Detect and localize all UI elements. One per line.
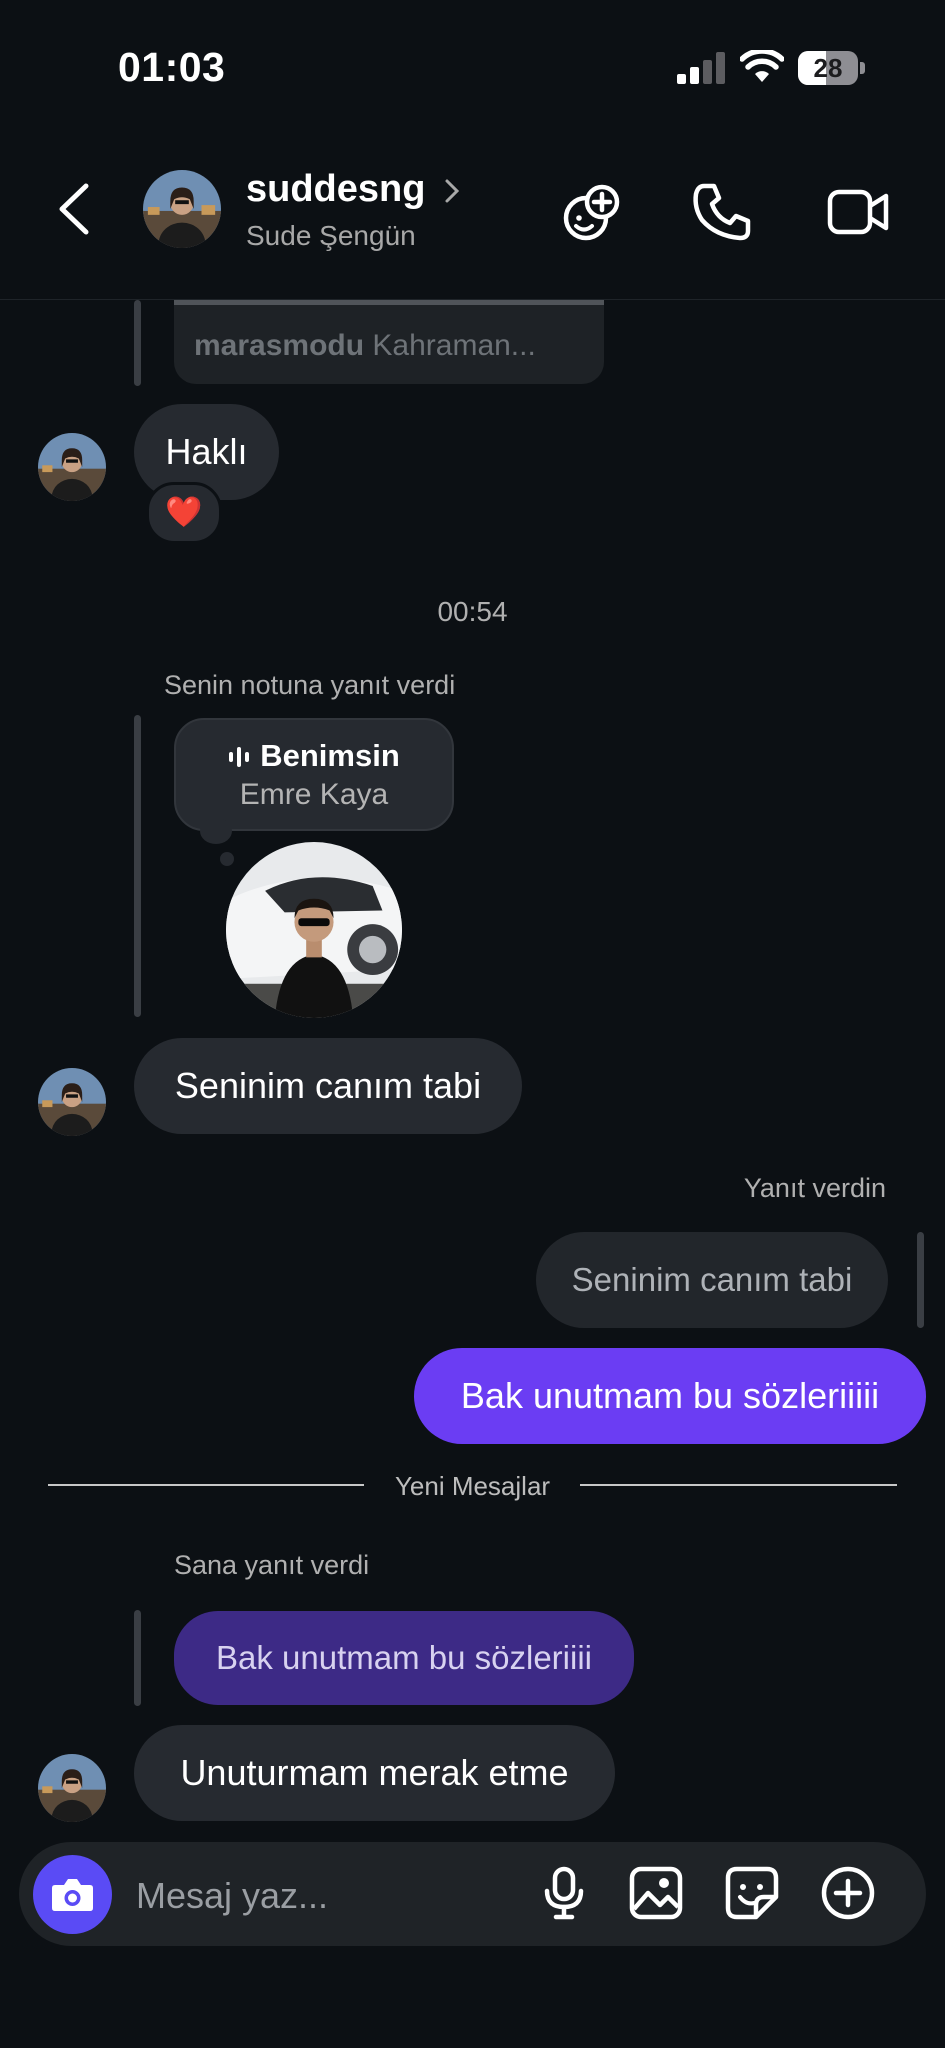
note-profile-photo[interactable] [226,842,402,1018]
note-bubble-tail [220,852,234,866]
add-plus-icon[interactable] [820,1865,876,1921]
reply-indicator-bar [917,1232,924,1328]
message-text: Haklı [165,431,248,472]
video-call-icon[interactable] [826,180,890,244]
microphone-icon[interactable] [536,1865,592,1921]
quoted-message-preview[interactable]: marasmodu Kahraman... [174,300,604,384]
chat-display-name[interactable]: Sude Şengün [246,220,416,252]
camera-button[interactable] [33,1855,112,1934]
quoted-text: Bak unutmam bu sözleriiii [216,1639,592,1676]
message-text: Seninim canım tabi [174,1065,482,1106]
avatar[interactable] [143,170,221,248]
reaction-badge[interactable]: ❤️ [146,482,222,544]
cellular-signal-icon [677,52,725,84]
wifi-icon [740,50,784,82]
avatar[interactable] [38,433,106,501]
avatar[interactable] [38,1068,106,1136]
message-bubble[interactable]: Seninim canım tabi [134,1038,522,1134]
back-arrow-icon[interactable] [56,182,92,236]
chevron-right-icon[interactable] [442,178,462,204]
note-reply-label: Senin notuna yanıt verdi [164,670,456,700]
message-text: Bak unutmam bu sözleriiiii [460,1375,880,1416]
message-timestamp: 00:54 [437,596,508,627]
status-time: 01:03 [118,44,226,90]
reply-indicator-bar [134,1610,141,1706]
quoted-text: Kahraman... [364,329,536,362]
divider-line [580,1484,897,1486]
new-messages-label: Yeni Mesajlar [394,1471,551,1501]
battery-icon: 28 [798,51,866,85]
reply-indicator-bar [134,300,141,386]
quoted-text: Seninim canım tabi [571,1261,853,1298]
note-subtitle: Emre Kaya [239,778,389,811]
sticker-icon[interactable] [724,1865,780,1921]
message-bubble[interactable]: Unuturmam merak etme [134,1725,615,1821]
camera-icon [52,1879,93,1911]
avatar[interactable] [38,1754,106,1822]
quoted-username: marasmodu [194,329,365,362]
my-reply-label: Yanıt verdin [743,1173,886,1203]
message-text: Unuturmam merak etme [180,1752,569,1793]
gallery-image-icon[interactable] [628,1865,684,1921]
note-bubble-tail [200,818,232,844]
note-title: Benimsin [260,738,400,773]
add-effects-sticker-icon[interactable] [560,180,624,244]
message-bubble[interactable]: Bak unutmam bu sözleriiiii [414,1348,926,1444]
message-input[interactable] [134,1870,498,1922]
phone-call-icon[interactable] [690,180,754,244]
quoted-message-bubble[interactable]: Bak unutmam bu sözleriiii [174,1611,634,1705]
reply-indicator-bar [134,715,141,1017]
battery-level: 28 [813,53,843,83]
quoted-message-bubble[interactable]: Seninim canım tabi [536,1232,888,1328]
audio-waveform-icon [229,747,250,767]
their-reply-label: Sana yanıt verdi [174,1550,370,1580]
heart-reaction-icon: ❤️ [165,496,203,529]
chat-username[interactable]: suddesng [246,168,425,211]
note-card[interactable]: Benimsin Emre Kaya [174,718,454,831]
